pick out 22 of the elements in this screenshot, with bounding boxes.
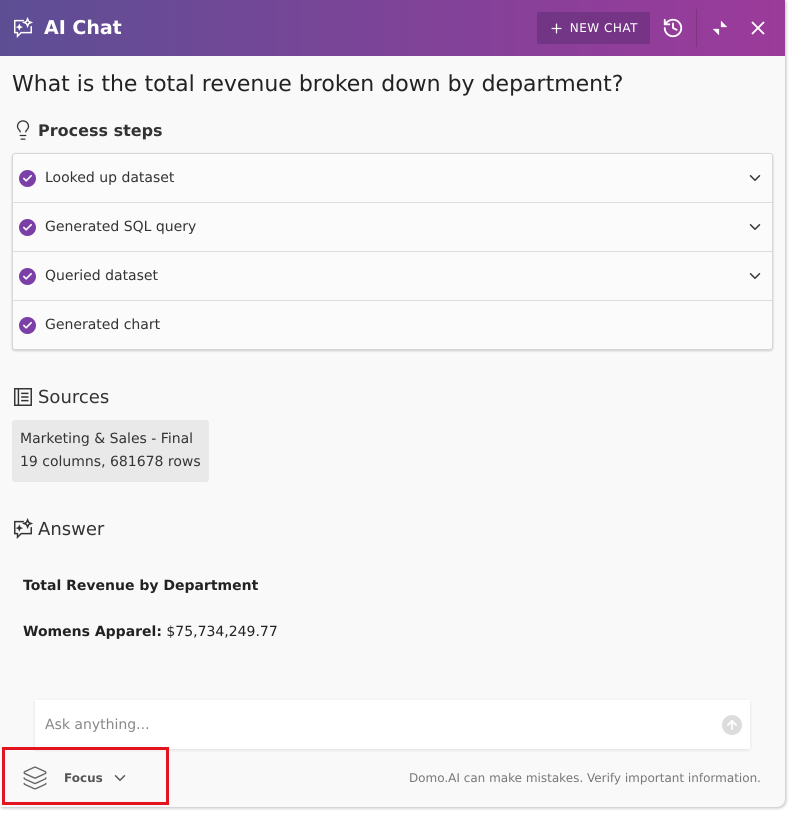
section-title: Process steps — [38, 120, 163, 140]
section-title: Answer — [38, 518, 104, 540]
chat-sparkle-icon — [12, 518, 34, 540]
process-step[interactable]: Queried dataset — [13, 251, 772, 300]
layers-icon — [22, 765, 48, 791]
new-chat-button[interactable]: NEW CHAT — [536, 12, 650, 44]
process-step[interactable]: Generated SQL query — [13, 202, 772, 251]
document-icon — [12, 386, 34, 408]
answer-heading: Total Revenue by Department — [23, 578, 260, 594]
message-field[interactable]: Ask anything... — [43, 716, 722, 734]
process-step: Generated chart — [13, 300, 772, 349]
disclaimer-text: Domo.AI can make mistakes. Verify important information. — [408, 771, 761, 785]
message-composer[interactable]: Ask anything... — [35, 700, 750, 749]
user-question: What is the total revenue broken down by department? — [12, 72, 624, 97]
source-card[interactable]: Marketing & Sales - Final 19 columns, 681678 rows — [12, 420, 209, 482]
process-step[interactable]: Looked up dataset — [13, 154, 772, 202]
plus-icon — [548, 20, 564, 36]
chat-sparkle-icon — [12, 17, 34, 39]
window-title: AI Chat — [44, 17, 123, 39]
answer-line: Womens Apparel: $75,734,249.77 — [23, 624, 279, 640]
section-title: Sources — [38, 386, 110, 408]
focus-dropdown[interactable]: Focus — [22, 765, 129, 791]
